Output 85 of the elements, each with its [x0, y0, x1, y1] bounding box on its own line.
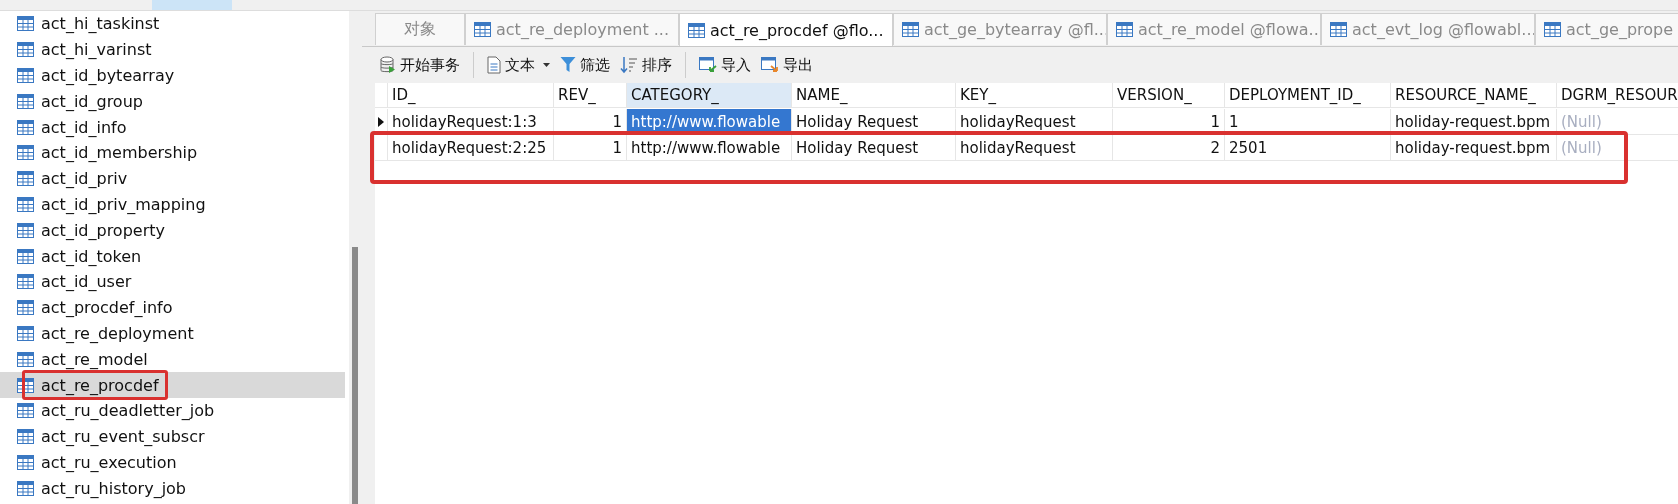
- database-icon: [380, 56, 396, 74]
- table-cell: holiday-request.bpm: [1391, 109, 1557, 135]
- table-icon: [17, 248, 34, 264]
- document-icon: [487, 56, 501, 74]
- table-icon: [474, 22, 491, 37]
- table-icon: [17, 480, 34, 496]
- table-list-item[interactable]: act_ru_execution: [0, 449, 345, 476]
- table-icon: [902, 22, 919, 37]
- table-cell: 2: [1113, 135, 1225, 161]
- toolbar-button[interactable]: 导出: [760, 53, 814, 77]
- column-header[interactable]: DEPLOYMENT_ID_: [1225, 83, 1391, 108]
- table-cell: 2501: [1225, 135, 1391, 161]
- table-cell: 1: [1225, 109, 1391, 135]
- tab[interactable]: act_re_procdef @flo...: [679, 13, 893, 46]
- table-cell: holidayRequest: [956, 135, 1113, 161]
- current-row-icon: [378, 116, 384, 127]
- filter-icon: [560, 56, 576, 74]
- table-list-item[interactable]: act_id_user: [0, 268, 345, 295]
- table-icon: [17, 351, 34, 367]
- table-list-item[interactable]: act_ru_event_subscr: [0, 423, 345, 450]
- table-cell: Holiday Request: [792, 109, 956, 135]
- scrollbar-thumb[interactable]: [352, 247, 358, 504]
- corner-cell: [375, 83, 388, 108]
- table-list-item[interactable]: act_re_model: [0, 346, 345, 373]
- table-icon: [1116, 22, 1133, 37]
- table-cell: holidayRequest:1:3: [388, 109, 554, 135]
- table-icon: [1544, 22, 1561, 37]
- table-icon: [17, 300, 34, 316]
- table-cell: (Null): [1557, 109, 1678, 135]
- table-cell: holidayRequest: [956, 109, 1113, 135]
- column-header[interactable]: KEY_: [956, 83, 1113, 108]
- column-header[interactable]: RESOURCE_NAME_: [1391, 83, 1557, 108]
- toolbar-button[interactable]: 开始事务: [379, 53, 461, 77]
- table-icon: [17, 196, 34, 212]
- column-header[interactable]: VERSION_: [1113, 83, 1225, 108]
- table-cell: Holiday Request: [792, 135, 956, 161]
- table-list-item[interactable]: act_id_membership: [0, 140, 345, 166]
- table-icon: [17, 93, 34, 109]
- table-list-item[interactable]: act_id_priv: [0, 165, 345, 192]
- column-header[interactable]: NAME_: [792, 83, 956, 108]
- table-icon: [17, 16, 34, 32]
- column-header[interactable]: DGRM_RESOUR: [1557, 83, 1678, 108]
- table-list-item[interactable]: act_id_info: [0, 114, 345, 140]
- import-icon: [699, 56, 717, 74]
- table-icon: [17, 429, 34, 445]
- table-icon: [17, 222, 34, 238]
- table-icon: [17, 171, 34, 187]
- table-list-item[interactable]: act_re_procdef: [0, 372, 345, 398]
- scrollbar[interactable]: [349, 11, 362, 504]
- export-icon: [761, 56, 779, 74]
- caret-icon: [543, 63, 550, 67]
- table-list-item[interactable]: act_procdef_info: [0, 294, 345, 321]
- table-cell: holiday-request.bpm: [1391, 135, 1557, 161]
- toolbar-button[interactable]: 排序: [619, 53, 673, 77]
- table-list-item[interactable]: act_ru_deadletter_job: [0, 397, 345, 424]
- column-header[interactable]: ID_: [388, 83, 554, 108]
- column-header[interactable]: CATEGORY_: [627, 83, 792, 108]
- table-list-item[interactable]: act_id_property: [0, 217, 345, 244]
- table-icon: [17, 274, 34, 290]
- table-list-item[interactable]: act_hi_varinst: [0, 36, 345, 63]
- table-icon: [17, 42, 34, 58]
- table-list-item[interactable]: act_id_bytearray: [0, 62, 345, 89]
- table-cell: (Null): [1557, 135, 1678, 161]
- toolbar-button[interactable]: 筛选: [559, 53, 611, 77]
- table-cell: holidayRequest:2:25: [388, 135, 554, 161]
- table-list-item[interactable]: act_hi_taskinst: [0, 11, 345, 37]
- text-menu-button[interactable]: 文本: [486, 53, 551, 77]
- toolbar-button[interactable]: 导入: [698, 53, 752, 77]
- table-list-item[interactable]: act_id_group: [0, 88, 345, 115]
- table-cell: http://www.flowable: [627, 135, 792, 161]
- table-list-item[interactable]: act_id_priv_mapping: [0, 191, 345, 218]
- table-list-item[interactable]: act_id_token: [0, 243, 345, 269]
- table-cell: 1: [1113, 109, 1225, 135]
- table-icon: [17, 119, 34, 135]
- table-icon: [688, 22, 705, 38]
- table-icon: [17, 145, 34, 161]
- table-icon: [17, 68, 34, 83]
- table-icon: [17, 403, 34, 419]
- table-icon: [17, 454, 34, 470]
- table-list-item[interactable]: act_ru_history_job: [0, 475, 345, 502]
- table-icon: [1330, 22, 1347, 37]
- table-cell: 1: [554, 135, 627, 161]
- sort-icon: [620, 56, 638, 74]
- table-list-item[interactable]: act_re_deployment: [0, 320, 345, 347]
- table-icon: [17, 325, 34, 341]
